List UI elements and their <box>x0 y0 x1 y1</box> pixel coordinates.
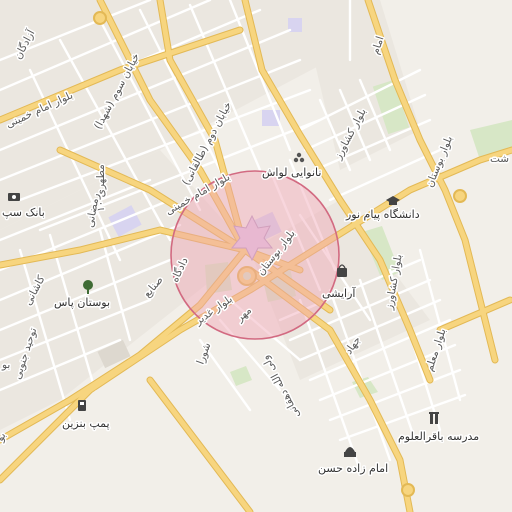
poi-label-beauty: آرایشی <box>322 286 356 300</box>
poi-label-school: مدرسه باقرالعلوم <box>398 430 479 443</box>
poi-label-gas-station: پمپ بنزین <box>62 417 110 430</box>
map-canvas[interactable]: آزادگان بلوار امام خمینی خیابان سوم (شهد… <box>0 0 512 512</box>
fuel-pump-icon <box>78 400 86 411</box>
road-label-bust-fragment: شت <box>490 153 509 165</box>
poi-label-shrine: امام زاده حسن <box>318 462 388 475</box>
road-label-bo-fragment: بو <box>1 359 10 371</box>
poi-label-bank: بانک سپ <box>2 206 45 219</box>
atm-icon <box>8 193 20 201</box>
poi-label-bakery: نانوایی لواش <box>262 166 321 179</box>
poi-label-park-pas: بوستان پاس <box>54 296 110 309</box>
poi-label-university: دانشگاه پیام نور <box>345 208 420 221</box>
